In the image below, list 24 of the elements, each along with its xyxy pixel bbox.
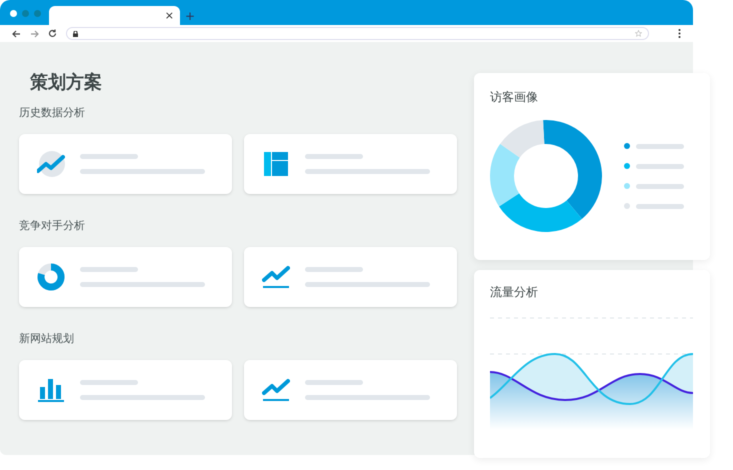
lock-icon [73,30,78,36]
line-chart-icon [262,378,290,402]
card[interactable] [244,134,457,194]
browser-tab[interactable]: × [49,6,180,25]
section-heading: 历史数据分析 [19,106,86,120]
card[interactable] [19,360,232,420]
trend-icon [37,151,65,177]
panel-title: 流量分析 [490,284,539,300]
page-title: 策划方案 [30,72,103,94]
section-heading: 新网站规划 [19,332,75,346]
panel-title: 访客画像 [490,89,539,105]
forward-arrow-icon[interactable] [30,30,39,38]
back-arrow-icon[interactable] [12,30,21,38]
bar-chart-icon [38,377,64,403]
new-tab-button[interactable]: + [185,10,196,22]
menu-icon[interactable] [678,29,681,38]
close-button[interactable]: × [164,10,174,21]
line-chart-icon [262,265,290,289]
card[interactable] [19,247,232,307]
donut-icon [37,263,65,291]
section-heading: 竞争对手分析 [19,219,86,233]
grid-icon [264,152,288,176]
reload-icon[interactable] [48,29,57,38]
star-icon[interactable] [635,30,642,37]
